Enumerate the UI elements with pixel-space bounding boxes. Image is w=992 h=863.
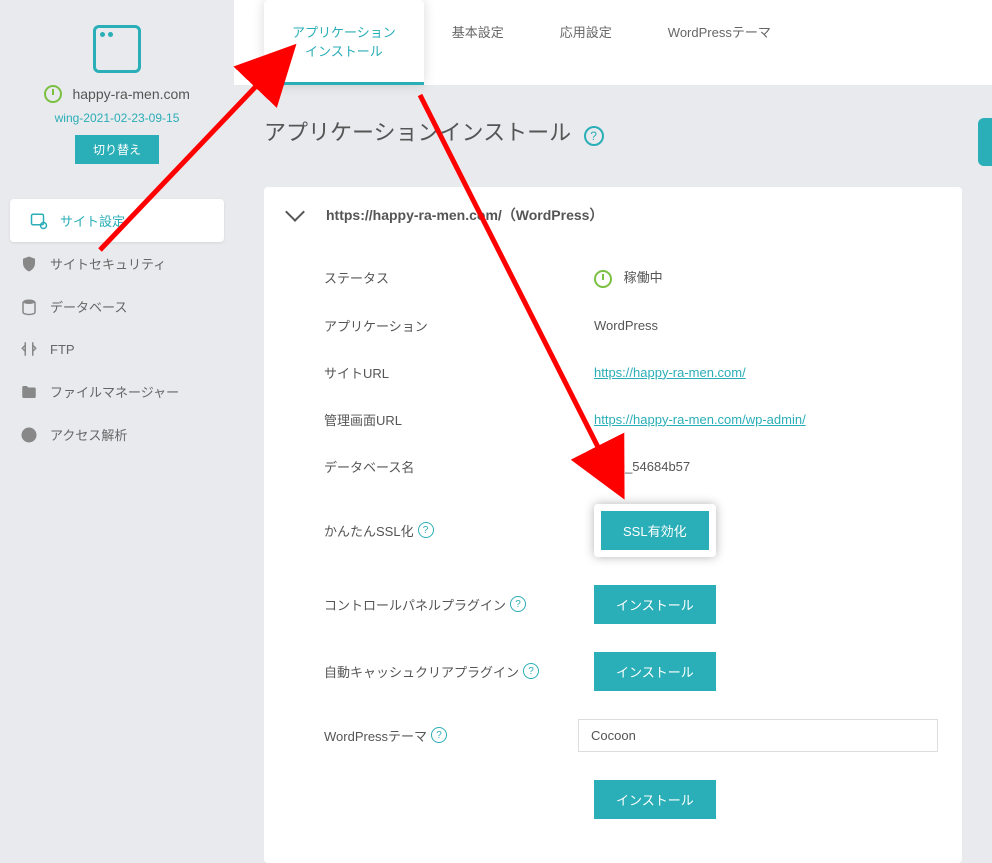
cp-plugin-value: インストール: [594, 585, 716, 624]
row-ssl: かんたんSSL化 ? SSL有効化: [324, 490, 938, 571]
cache-plugin-label: 自動キャッシュクリアプラグイン ?: [324, 662, 594, 681]
cache-plugin-value: インストール: [594, 652, 716, 691]
sidebar-item-security[interactable]: サイトセキュリティ: [0, 242, 234, 285]
theme-install-button[interactable]: インストール: [594, 780, 716, 819]
help-icon[interactable]: ?: [523, 663, 539, 679]
row-application: アプリケーション WordPress: [324, 302, 938, 349]
globe-gear-icon: [30, 212, 48, 230]
db-value: ztpce_54684b57: [594, 459, 690, 474]
site-url-link[interactable]: https://happy-ra-men.com/: [594, 365, 746, 380]
row-database-name: データベース名 ztpce_54684b57: [324, 443, 938, 490]
ssl-value: SSL有効化: [594, 504, 716, 557]
theme-label: WordPressテーマ ?: [324, 726, 578, 745]
site-window-icon: [93, 25, 141, 73]
ssl-label: かんたんSSL化 ?: [324, 521, 594, 540]
folder-icon: [20, 383, 38, 401]
help-icon[interactable]: ?: [418, 522, 434, 538]
site-summary: happy-ra-men.com wing-2021-02-23-09-15 切…: [0, 25, 234, 189]
power-icon: [44, 85, 62, 103]
ssl-label-text: かんたんSSL化: [324, 521, 414, 540]
tab-bar: アプリケーション インストール 基本設定 応用設定 WordPressテーマ: [234, 0, 992, 85]
status-text: 稼働中: [624, 270, 663, 285]
ssl-button-highlight: SSL有効化: [594, 504, 716, 557]
admin-url-value: https://happy-ra-men.com/wp-admin/: [594, 412, 806, 427]
row-theme-install: インストール: [324, 766, 938, 833]
content-area: アプリケーションインストール ? https://happy-ra-men.co…: [234, 85, 992, 863]
sidebar-item-label: サイト設定: [60, 211, 125, 230]
ftp-icon: [20, 340, 38, 358]
row-theme: WordPressテーマ ?: [324, 705, 938, 766]
theme-select[interactable]: [578, 719, 938, 752]
tab-label: 基本設定: [452, 25, 504, 40]
site-domain: happy-ra-men.com: [72, 86, 190, 102]
sidebar-item-analytics[interactable]: アクセス解析: [0, 413, 234, 456]
tab-advanced-settings[interactable]: 応用設定: [532, 0, 640, 85]
site-url-label: サイトURL: [324, 363, 594, 382]
chevron-down-icon: [285, 202, 305, 222]
row-cache-plugin: 自動キャッシュクリアプラグイン ? インストール: [324, 638, 938, 705]
app-accordion: https://happy-ra-men.com/（WordPress） ステー…: [264, 187, 962, 863]
row-status: ステータス 稼働中: [324, 253, 938, 302]
sidebar-item-filemanager[interactable]: ファイルマネージャー: [0, 370, 234, 413]
server-name: wing-2021-02-23-09-15: [10, 111, 224, 125]
row-admin-url: 管理画面URL https://happy-ra-men.com/wp-admi…: [324, 396, 938, 443]
database-icon: [20, 298, 38, 316]
sidebar: happy-ra-men.com wing-2021-02-23-09-15 切…: [0, 0, 234, 716]
status-label: ステータス: [324, 268, 594, 287]
power-icon: [594, 270, 612, 288]
cp-plugin-label-text: コントロールパネルプラグイン: [324, 595, 506, 614]
sidebar-item-label: FTP: [50, 342, 75, 357]
admin-url-link[interactable]: https://happy-ra-men.com/wp-admin/: [594, 412, 806, 427]
tab-label-line2: インストール: [292, 41, 396, 60]
cp-plugin-label: コントロールパネルプラグイン ?: [324, 595, 594, 614]
site-url-value: https://happy-ra-men.com/: [594, 365, 746, 380]
side-drawer-toggle[interactable]: [978, 118, 992, 166]
status-value: 稼働中: [594, 267, 663, 288]
cp-plugin-install-button[interactable]: インストール: [594, 585, 716, 624]
site-domain-line: happy-ra-men.com: [10, 85, 224, 103]
switch-site-button[interactable]: 切り替え: [75, 135, 159, 164]
main: アプリケーション インストール 基本設定 応用設定 WordPressテーマ ア…: [234, 0, 992, 716]
page-title: アプリケーションインストール: [264, 115, 571, 147]
help-icon[interactable]: ?: [510, 596, 526, 612]
tab-label: WordPressテーマ: [668, 25, 771, 40]
accordion-title: https://happy-ra-men.com/（WordPress）: [326, 205, 603, 225]
sidebar-item-label: ファイルマネージャー: [50, 382, 179, 401]
db-label: データベース名: [324, 457, 594, 476]
piechart-icon: [20, 426, 38, 444]
help-icon[interactable]: ?: [584, 126, 604, 146]
sidebar-item-label: サイトセキュリティ: [50, 254, 166, 273]
admin-url-label: 管理画面URL: [324, 410, 594, 429]
sidebar-nav: サイト設定 サイトセキュリティ データベース FTP ファイルマネージャー: [0, 199, 234, 456]
tab-wordpress-theme[interactable]: WordPressテーマ: [640, 0, 799, 85]
sidebar-item-ftp[interactable]: FTP: [0, 328, 234, 370]
sidebar-item-label: アクセス解析: [50, 425, 127, 444]
theme-label-text: WordPressテーマ: [324, 726, 427, 745]
theme-value: [578, 719, 938, 752]
sidebar-item-label: データベース: [50, 297, 127, 316]
row-cp-plugin: コントロールパネルプラグイン ? インストール: [324, 571, 938, 638]
help-icon[interactable]: ?: [431, 727, 447, 743]
application-value: WordPress: [594, 318, 658, 333]
ssl-enable-button[interactable]: SSL有効化: [601, 511, 709, 550]
tab-basic-settings[interactable]: 基本設定: [424, 0, 532, 85]
row-site-url: サイトURL https://happy-ra-men.com/: [324, 349, 938, 396]
sidebar-item-site-settings[interactable]: サイト設定: [10, 199, 224, 242]
theme-install-value: インストール: [594, 780, 716, 819]
sidebar-item-database[interactable]: データベース: [0, 285, 234, 328]
tab-label: 応用設定: [560, 25, 612, 40]
cache-plugin-label-text: 自動キャッシュクリアプラグイン: [324, 662, 519, 681]
accordion-header[interactable]: https://happy-ra-men.com/（WordPress）: [264, 187, 962, 243]
tab-label-line1: アプリケーション: [292, 22, 396, 41]
app-details: ステータス 稼働中 アプリケーション WordPress サイトURL http…: [264, 243, 962, 863]
tab-app-install[interactable]: アプリケーション インストール: [264, 0, 424, 85]
cache-plugin-install-button[interactable]: インストール: [594, 652, 716, 691]
application-label: アプリケーション: [324, 316, 594, 335]
shield-icon: [20, 255, 38, 273]
